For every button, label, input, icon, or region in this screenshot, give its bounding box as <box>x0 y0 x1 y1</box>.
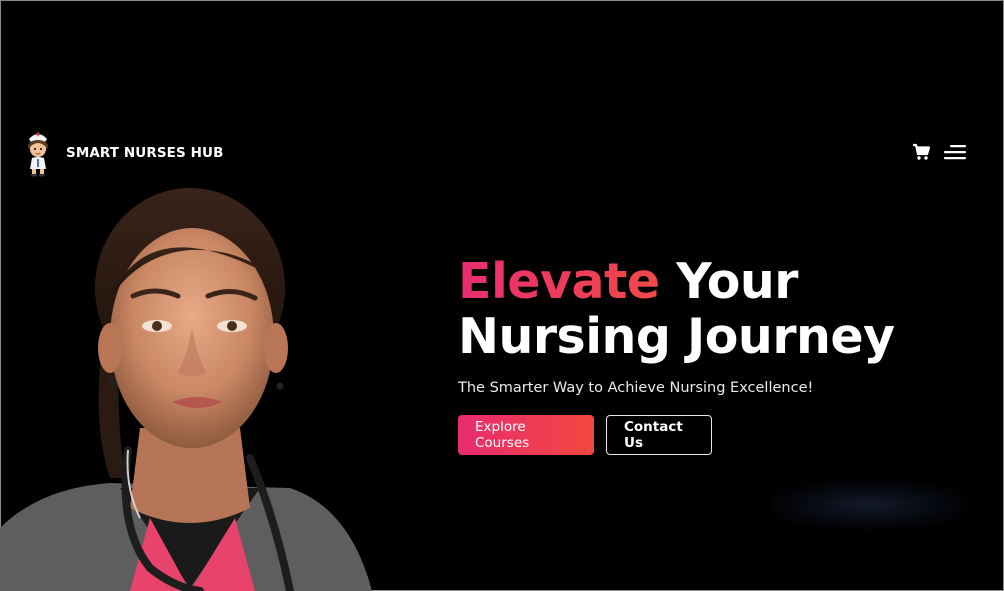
headline-rest: Your <box>659 253 798 310</box>
hero-headline: Elevate Your Nursing Journey <box>458 254 895 364</box>
cart-icon[interactable] <box>912 143 930 161</box>
hero-content: Elevate Your Nursing Journey The Smarter… <box>458 254 895 455</box>
hero-tagline: The Smarter Way to Achieve Nursing Excel… <box>458 380 814 396</box>
background-glow <box>770 480 970 530</box>
header-actions <box>912 143 968 161</box>
brand-logo-link[interactable]: SMART NURSES HUB <box>22 129 223 177</box>
brand-name: SMART NURSES HUB <box>66 145 224 161</box>
contact-us-button[interactable]: Contact Us <box>606 415 712 455</box>
headline-line-2: Nursing Journey <box>458 308 895 365</box>
nurse-mascot-icon <box>28 132 48 177</box>
hero-nurse-portrait <box>0 188 372 591</box>
hamburger-menu-icon[interactable] <box>942 143 968 161</box>
headline-accent: Elevate <box>458 253 660 310</box>
explore-courses-button[interactable]: Explore Courses <box>458 415 594 455</box>
hero-actions: Explore Courses Contact Us <box>458 415 895 455</box>
